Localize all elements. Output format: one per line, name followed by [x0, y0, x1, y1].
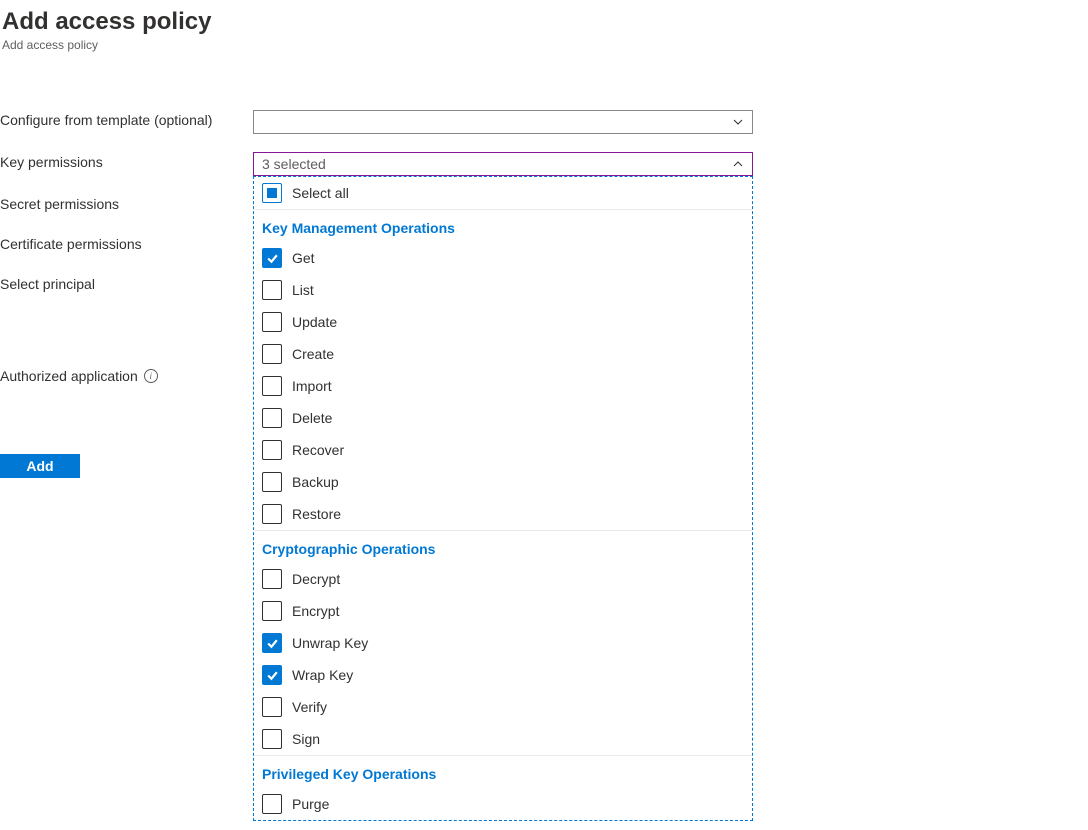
checkbox-icon	[262, 504, 282, 524]
key-permissions-dropdown-value: 3 selected	[262, 156, 326, 172]
option-label: List	[292, 282, 314, 298]
option-label: Recover	[292, 442, 344, 458]
option-label: Unwrap Key	[292, 635, 368, 651]
checkbox-icon	[262, 344, 282, 364]
option-encrypt[interactable]: Encrypt	[254, 595, 752, 627]
option-label: Create	[292, 346, 334, 362]
checkbox-icon	[262, 697, 282, 717]
option-wrap-key[interactable]: Wrap Key	[254, 659, 752, 691]
template-dropdown[interactable]	[253, 110, 753, 134]
option-delete[interactable]: Delete	[254, 402, 752, 434]
label-configure-template: Configure from template (optional)	[0, 110, 253, 128]
option-label: Decrypt	[292, 571, 340, 587]
option-label: Update	[292, 314, 337, 330]
option-recover[interactable]: Recover	[254, 434, 752, 466]
info-icon[interactable]: i	[144, 369, 158, 383]
checkbox-icon	[262, 312, 282, 332]
checkbox-icon	[262, 569, 282, 589]
option-backup[interactable]: Backup	[254, 466, 752, 498]
label-select-principal: Select principal	[0, 274, 253, 294]
breadcrumb: Add access policy	[2, 38, 1086, 52]
label-authorized-application: Authorized application i	[0, 366, 253, 384]
option-sign[interactable]: Sign	[254, 723, 752, 755]
option-label: Verify	[292, 699, 327, 715]
key-permissions-dropdown[interactable]: 3 selected	[253, 152, 753, 176]
option-label: Select all	[292, 185, 349, 201]
label-certificate-permissions: Certificate permissions	[0, 234, 253, 254]
page-title: Add access policy	[2, 8, 1086, 36]
option-decrypt[interactable]: Decrypt	[254, 563, 752, 595]
checkbox-icon	[262, 440, 282, 460]
section-key-management: Key Management Operations	[254, 209, 752, 242]
checkbox-icon	[262, 601, 282, 621]
checkbox-icon	[262, 472, 282, 492]
option-get[interactable]: Get	[254, 242, 752, 274]
checkbox-icon	[262, 408, 282, 428]
option-create[interactable]: Create	[254, 338, 752, 370]
chevron-down-icon	[732, 116, 744, 128]
label-key-permissions: Key permissions	[0, 152, 253, 172]
section-privileged: Privileged Key Operations	[254, 755, 752, 788]
chevron-up-icon	[732, 158, 744, 170]
option-purge[interactable]: Purge	[254, 788, 752, 820]
add-button[interactable]: Add	[0, 454, 80, 478]
option-list[interactable]: List	[254, 274, 752, 306]
option-select-all[interactable]: Select all	[254, 177, 752, 209]
option-label: Sign	[292, 731, 320, 747]
option-restore[interactable]: Restore	[254, 498, 752, 530]
option-label: Import	[292, 378, 332, 394]
checkbox-icon	[262, 376, 282, 396]
checkbox-checked-icon	[262, 665, 282, 685]
key-permissions-panel: Select all Key Management Operations Get…	[253, 176, 753, 821]
label-secret-permissions: Secret permissions	[0, 194, 253, 214]
checkbox-icon	[262, 729, 282, 749]
option-import[interactable]: Import	[254, 370, 752, 402]
checkbox-indeterminate-icon	[262, 183, 282, 203]
option-label: Encrypt	[292, 603, 339, 619]
option-update[interactable]: Update	[254, 306, 752, 338]
option-label: Restore	[292, 506, 341, 522]
option-label: Backup	[292, 474, 339, 490]
checkbox-icon	[262, 794, 282, 814]
option-label: Get	[292, 250, 315, 266]
label-authorized-application-text: Authorized application	[0, 368, 138, 384]
checkbox-checked-icon	[262, 633, 282, 653]
option-label: Delete	[292, 410, 332, 426]
checkbox-checked-icon	[262, 248, 282, 268]
option-unwrap-key[interactable]: Unwrap Key	[254, 627, 752, 659]
section-cryptographic: Cryptographic Operations	[254, 530, 752, 563]
checkbox-icon	[262, 280, 282, 300]
option-label: Wrap Key	[292, 667, 353, 683]
option-verify[interactable]: Verify	[254, 691, 752, 723]
option-label: Purge	[292, 796, 329, 812]
